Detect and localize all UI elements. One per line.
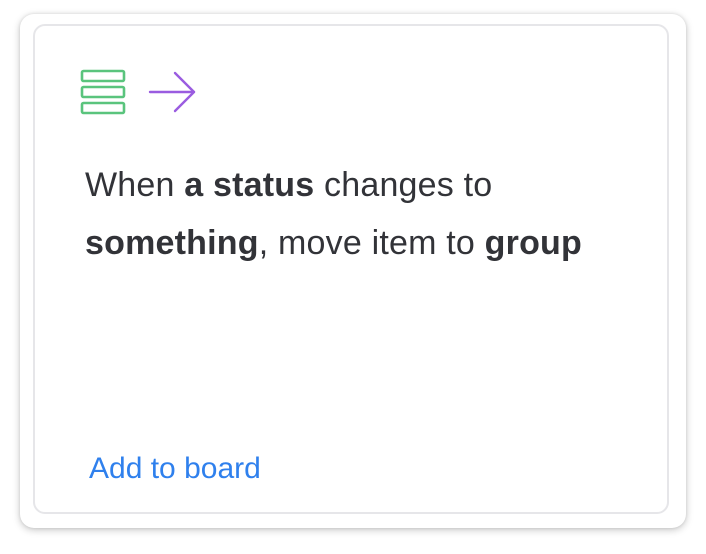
recipe-icons — [80, 68, 198, 116]
add-to-board-link[interactable]: Add to board — [89, 452, 261, 486]
recipe-card-inner: When a status changes to something, move… — [33, 24, 669, 514]
recipe-field-group: group — [484, 224, 582, 262]
recipe-text-changes-to: changes to — [314, 166, 493, 204]
recipe-text-move-item: , move item to — [258, 224, 485, 262]
recipe-description: When a status changes to something, move… — [85, 156, 655, 272]
recipe-field-status: a status — [184, 166, 315, 204]
table-rows-icon — [80, 69, 126, 115]
recipe-text-when: When — [85, 166, 185, 204]
recipe-card: When a status changes to something, move… — [20, 14, 686, 528]
arrow-right-icon — [148, 69, 198, 115]
recipe-field-something: something — [85, 224, 259, 262]
